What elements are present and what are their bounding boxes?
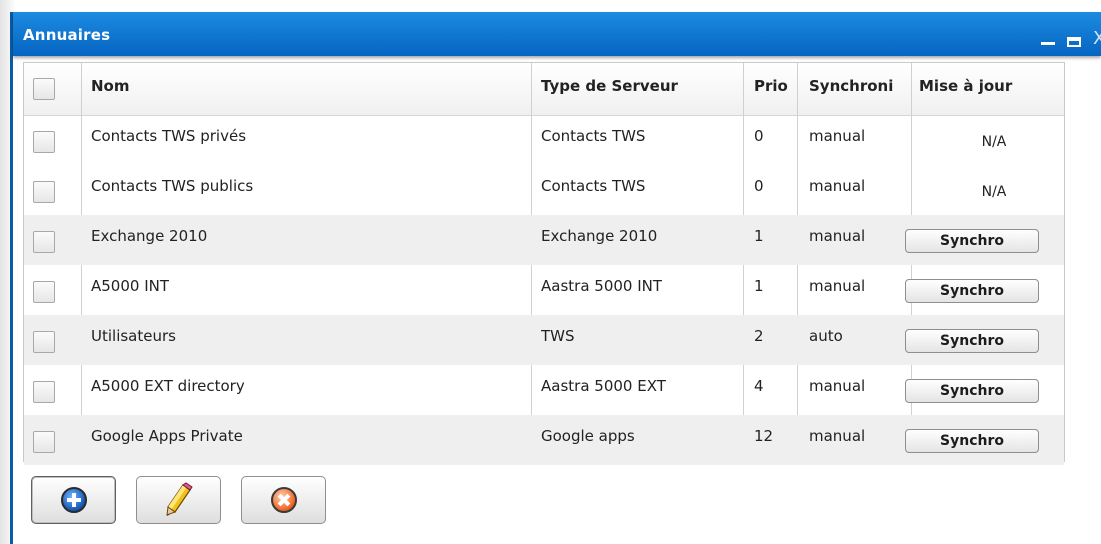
add-icon xyxy=(60,487,87,513)
cell-nom: Utilisateurs xyxy=(91,327,176,345)
cell-synchronisation: manual xyxy=(809,127,866,145)
synchro-button[interactable]: Synchro xyxy=(905,329,1039,353)
annuaires-table: Nom Type de Serveur Prio Synchroni Mise … xyxy=(23,62,1065,465)
cell-synchronisation: manual xyxy=(809,377,866,395)
table-row[interactable]: Google Apps Private Google apps 12 manua… xyxy=(24,415,1064,465)
cell-nom: A5000 EXT directory xyxy=(91,377,245,395)
column-header-mise-a-jour[interactable]: Mise à jour xyxy=(919,63,1059,115)
cell-nom: A5000 INT xyxy=(91,277,170,295)
cell-type: Google apps xyxy=(541,427,635,445)
column-header-type[interactable]: Type de Serveur xyxy=(541,63,731,115)
window-controls: X xyxy=(1041,22,1101,48)
row-checkbox[interactable] xyxy=(33,181,55,203)
synchro-button[interactable]: Synchro xyxy=(905,429,1039,453)
table-row[interactable]: A5000 EXT directory Aastra 5000 EXT 4 ma… xyxy=(24,365,1064,415)
cell-nom: Contacts TWS privés xyxy=(91,127,247,145)
cell-synchronisation: auto xyxy=(809,327,843,345)
table-row[interactable]: Utilisateurs TWS 2 auto Synchro xyxy=(24,315,1064,365)
row-checkbox[interactable] xyxy=(33,331,55,353)
cell-prio: 4 xyxy=(754,377,764,395)
table-row[interactable]: A5000 INT Aastra 5000 INT 1 manual Synch… xyxy=(24,265,1064,315)
synchro-button[interactable]: Synchro xyxy=(905,379,1039,403)
table-row[interactable]: Exchange 2010 Exchange 2010 1 manual Syn… xyxy=(24,215,1064,265)
cell-nom: Exchange 2010 xyxy=(91,227,208,245)
row-checkbox[interactable] xyxy=(33,381,55,403)
pencil-icon xyxy=(165,482,193,516)
minimize-button[interactable] xyxy=(1041,42,1055,45)
table-row[interactable]: Contacts TWS privés Contacts TWS 0 manua… xyxy=(24,115,1064,165)
edit-button[interactable] xyxy=(136,476,221,524)
cell-prio: 12 xyxy=(754,427,774,445)
cell-prio: 1 xyxy=(754,227,764,245)
column-header-prio[interactable]: Prio xyxy=(754,63,789,115)
cell-nom: Google Apps Private xyxy=(91,427,243,445)
cell-mise-a-jour: N/A xyxy=(981,184,1007,200)
cell-type: Contacts TWS xyxy=(541,177,646,195)
synchro-button[interactable]: Synchro xyxy=(905,279,1039,303)
cell-type: Exchange 2010 xyxy=(541,227,658,245)
select-all-checkbox[interactable] xyxy=(33,78,55,100)
window-title: Annuaires xyxy=(23,26,111,44)
cell-type: Contacts TWS xyxy=(541,127,646,145)
column-header-nom[interactable]: Nom xyxy=(91,63,531,115)
cell-synchronisation: manual xyxy=(809,227,866,245)
title-bar[interactable]: Annuaires X xyxy=(13,12,1101,56)
row-checkbox[interactable] xyxy=(33,431,55,453)
synchro-button[interactable]: Synchro xyxy=(905,229,1039,253)
cell-type: Aastra 5000 INT xyxy=(541,277,663,295)
cell-nom: Contacts TWS publics xyxy=(91,177,254,195)
row-checkbox[interactable] xyxy=(33,281,55,303)
cell-prio: 0 xyxy=(754,127,764,145)
cell-mise-a-jour: N/A xyxy=(981,134,1007,150)
cell-type: Aastra 5000 EXT xyxy=(541,377,666,395)
cell-prio: 1 xyxy=(754,277,764,295)
cell-synchronisation: manual xyxy=(809,427,866,445)
maximize-button[interactable] xyxy=(1067,37,1081,47)
close-button[interactable]: X xyxy=(1093,30,1101,48)
delete-icon xyxy=(270,487,297,513)
cell-synchronisation: manual xyxy=(809,177,866,195)
row-checkbox[interactable] xyxy=(33,131,55,153)
table-row[interactable]: Contacts TWS publics Contacts TWS 0 manu… xyxy=(24,165,1064,215)
column-header-synchronisation[interactable]: Synchroni xyxy=(809,63,904,115)
row-checkbox[interactable] xyxy=(33,231,55,253)
table-header: Nom Type de Serveur Prio Synchroni Mise … xyxy=(24,63,1064,116)
cell-synchronisation: manual xyxy=(809,277,866,295)
cell-prio: 2 xyxy=(754,327,764,345)
delete-button[interactable] xyxy=(241,476,326,524)
cell-prio: 0 xyxy=(754,177,764,195)
add-button[interactable] xyxy=(31,476,116,524)
cell-type: TWS xyxy=(541,327,575,345)
